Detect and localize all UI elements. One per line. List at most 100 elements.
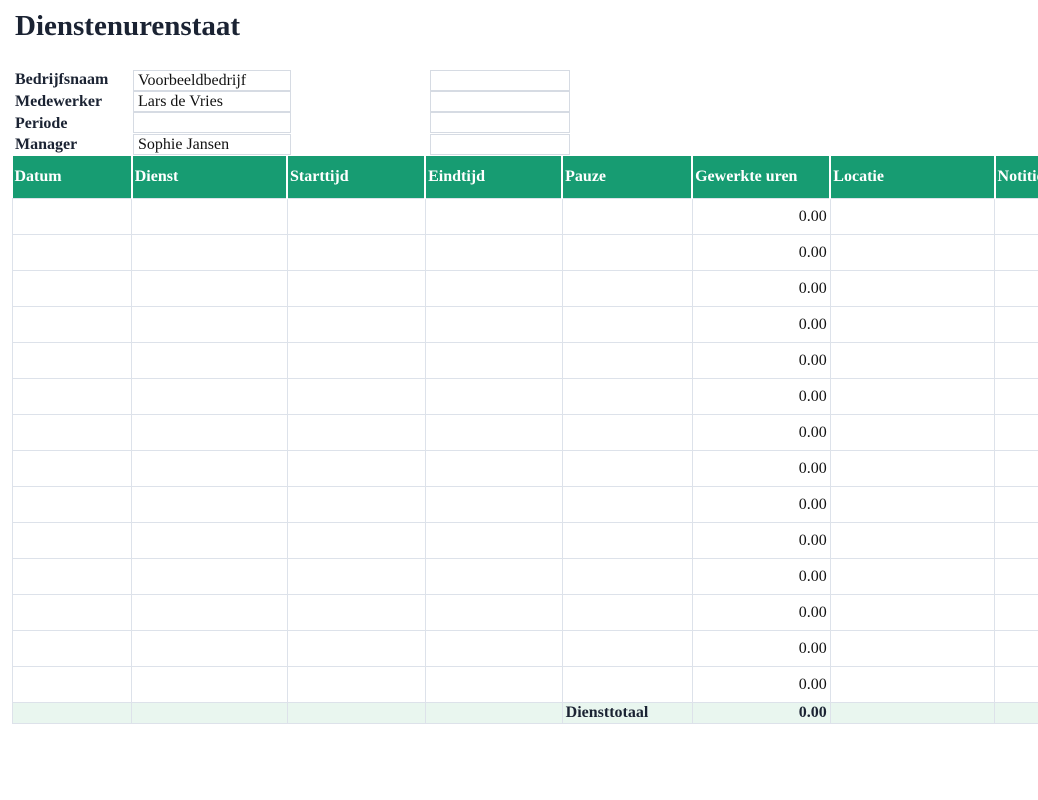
table-cell[interactable] bbox=[11, 342, 133, 379]
table-cell[interactable] bbox=[829, 486, 996, 523]
table-cell[interactable] bbox=[11, 558, 133, 595]
table-cell[interactable] bbox=[994, 306, 1038, 343]
table-cell[interactable] bbox=[131, 558, 288, 595]
table-cell[interactable] bbox=[11, 198, 133, 235]
table-cell[interactable] bbox=[286, 702, 426, 724]
table-cell[interactable] bbox=[424, 630, 563, 667]
column-header-eindtijd[interactable]: Eindtijd bbox=[425, 156, 564, 199]
info-extra-cell[interactable] bbox=[430, 91, 570, 112]
table-cell[interactable] bbox=[561, 414, 693, 451]
table-cell[interactable] bbox=[286, 630, 426, 667]
table-cell[interactable] bbox=[829, 234, 996, 271]
table-cell[interactable] bbox=[994, 558, 1038, 595]
table-cell[interactable] bbox=[11, 306, 133, 343]
table-cell[interactable] bbox=[829, 450, 996, 487]
employee-field[interactable]: Lars de Vries bbox=[133, 91, 291, 112]
hours-cell[interactable]: 0.00 bbox=[691, 486, 831, 523]
info-extra-cell[interactable] bbox=[430, 112, 570, 133]
table-cell[interactable] bbox=[994, 414, 1038, 451]
table-cell[interactable] bbox=[131, 378, 288, 415]
table-cell[interactable] bbox=[994, 342, 1038, 379]
table-cell[interactable] bbox=[131, 594, 288, 631]
table-cell[interactable] bbox=[561, 558, 693, 595]
table-cell[interactable] bbox=[424, 306, 563, 343]
table-cell[interactable] bbox=[11, 486, 133, 523]
table-cell[interactable] bbox=[424, 450, 563, 487]
table-cell[interactable] bbox=[424, 486, 563, 523]
table-cell[interactable] bbox=[11, 666, 133, 703]
table-cell[interactable] bbox=[424, 378, 563, 415]
table-cell[interactable] bbox=[994, 378, 1038, 415]
table-cell[interactable] bbox=[424, 666, 563, 703]
table-cell[interactable] bbox=[561, 594, 693, 631]
table-cell[interactable] bbox=[561, 522, 693, 559]
info-extra-cell[interactable] bbox=[430, 70, 570, 91]
period-field[interactable] bbox=[133, 112, 291, 133]
table-cell[interactable] bbox=[994, 702, 1038, 724]
table-cell[interactable] bbox=[11, 630, 133, 667]
table-cell[interactable] bbox=[994, 198, 1038, 235]
column-header-pauze[interactable]: Pauze bbox=[562, 156, 694, 199]
column-header-starttijd[interactable]: Starttijd bbox=[287, 156, 427, 199]
table-cell[interactable] bbox=[286, 306, 426, 343]
hours-cell[interactable]: 0.00 bbox=[691, 594, 831, 631]
table-cell[interactable] bbox=[561, 342, 693, 379]
table-cell[interactable] bbox=[286, 486, 426, 523]
table-cell[interactable] bbox=[829, 666, 996, 703]
table-cell[interactable] bbox=[424, 594, 563, 631]
table-cell[interactable] bbox=[11, 234, 133, 271]
table-cell[interactable] bbox=[829, 378, 996, 415]
hours-cell[interactable]: 0.00 bbox=[691, 666, 831, 703]
table-cell[interactable] bbox=[11, 414, 133, 451]
table-cell[interactable] bbox=[424, 702, 563, 724]
manager-field[interactable]: Sophie Jansen bbox=[133, 134, 291, 155]
table-cell[interactable] bbox=[994, 486, 1038, 523]
column-header-gewerkte-uren[interactable]: Gewerkte uren bbox=[692, 156, 832, 199]
info-extra-cell[interactable] bbox=[430, 134, 570, 155]
table-cell[interactable] bbox=[286, 450, 426, 487]
table-cell[interactable] bbox=[829, 306, 996, 343]
table-cell[interactable] bbox=[286, 414, 426, 451]
hours-cell[interactable]: 0.00 bbox=[691, 378, 831, 415]
table-cell[interactable] bbox=[829, 342, 996, 379]
table-cell[interactable] bbox=[286, 666, 426, 703]
hours-cell[interactable]: 0.00 bbox=[691, 234, 831, 271]
table-cell[interactable] bbox=[11, 594, 133, 631]
table-cell[interactable] bbox=[131, 630, 288, 667]
hours-cell[interactable]: 0.00 bbox=[691, 306, 831, 343]
table-cell[interactable] bbox=[286, 594, 426, 631]
table-cell[interactable] bbox=[994, 630, 1038, 667]
table-cell[interactable] bbox=[829, 594, 996, 631]
table-cell[interactable] bbox=[994, 234, 1038, 271]
table-cell[interactable] bbox=[11, 450, 133, 487]
hours-cell[interactable]: 0.00 bbox=[691, 630, 831, 667]
table-cell[interactable] bbox=[424, 414, 563, 451]
hours-cell[interactable]: 0.00 bbox=[691, 270, 831, 307]
table-cell[interactable] bbox=[424, 558, 563, 595]
table-cell[interactable] bbox=[286, 234, 426, 271]
company-field[interactable]: Voorbeeldbedrijf bbox=[133, 70, 291, 91]
table-cell[interactable] bbox=[131, 234, 288, 271]
table-cell[interactable] bbox=[561, 666, 693, 703]
table-cell[interactable] bbox=[829, 630, 996, 667]
column-header-datum[interactable]: Datum bbox=[12, 156, 133, 199]
table-cell[interactable] bbox=[561, 270, 693, 307]
table-cell[interactable] bbox=[561, 450, 693, 487]
table-cell[interactable] bbox=[561, 306, 693, 343]
table-cell[interactable] bbox=[286, 558, 426, 595]
table-cell[interactable] bbox=[561, 378, 693, 415]
table-cell[interactable] bbox=[829, 522, 996, 559]
table-cell[interactable] bbox=[131, 342, 288, 379]
table-cell[interactable] bbox=[994, 270, 1038, 307]
column-header-locatie[interactable]: Locatie bbox=[830, 156, 996, 199]
table-cell[interactable] bbox=[286, 378, 426, 415]
table-cell[interactable] bbox=[11, 378, 133, 415]
hours-cell[interactable]: 0.00 bbox=[691, 450, 831, 487]
table-cell[interactable] bbox=[829, 198, 996, 235]
table-cell[interactable] bbox=[994, 666, 1038, 703]
hours-cell[interactable]: 0.00 bbox=[691, 522, 831, 559]
table-cell[interactable] bbox=[131, 666, 288, 703]
table-cell[interactable] bbox=[561, 234, 693, 271]
hours-cell[interactable]: 0.00 bbox=[691, 342, 831, 379]
table-cell[interactable] bbox=[829, 414, 996, 451]
